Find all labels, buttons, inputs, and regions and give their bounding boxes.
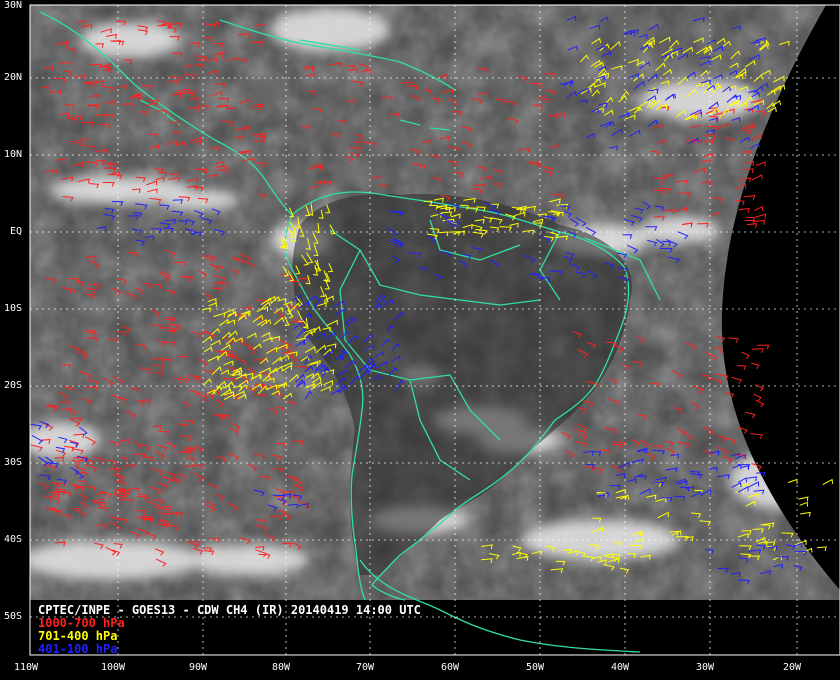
lon-label-80w: 80W <box>272 662 291 673</box>
lon-label-70w: 70W <box>356 662 375 673</box>
lon-label-90w: 90W <box>189 662 208 673</box>
lon-label-20w: 20W <box>783 662 802 673</box>
legend-high-level: 401-100 hPa <box>38 642 118 656</box>
satellite-image <box>30 5 840 600</box>
lat-label-eq: EQ <box>10 226 23 237</box>
lat-label-30s: 30S <box>4 457 23 468</box>
lat-label-20s: 20S <box>4 380 23 391</box>
satellite-wind-map <box>0 0 840 680</box>
lat-label-10n: 10N <box>4 149 23 160</box>
lat-label-20n: 20N <box>4 72 23 83</box>
lon-label-30w: 30W <box>696 662 715 673</box>
lat-label-10s: 10S <box>4 303 23 314</box>
lon-label-40w: 40W <box>611 662 630 673</box>
lat-label-50s: 50S <box>4 611 23 622</box>
lon-label-110w: 110W <box>14 662 39 673</box>
lon-label-60w: 60W <box>441 662 460 673</box>
lat-label-40s: 40S <box>4 534 23 545</box>
lat-label-30n: 30N <box>4 0 23 11</box>
lon-label-100w: 100W <box>101 662 126 673</box>
lon-label-50w: 50W <box>526 662 545 673</box>
